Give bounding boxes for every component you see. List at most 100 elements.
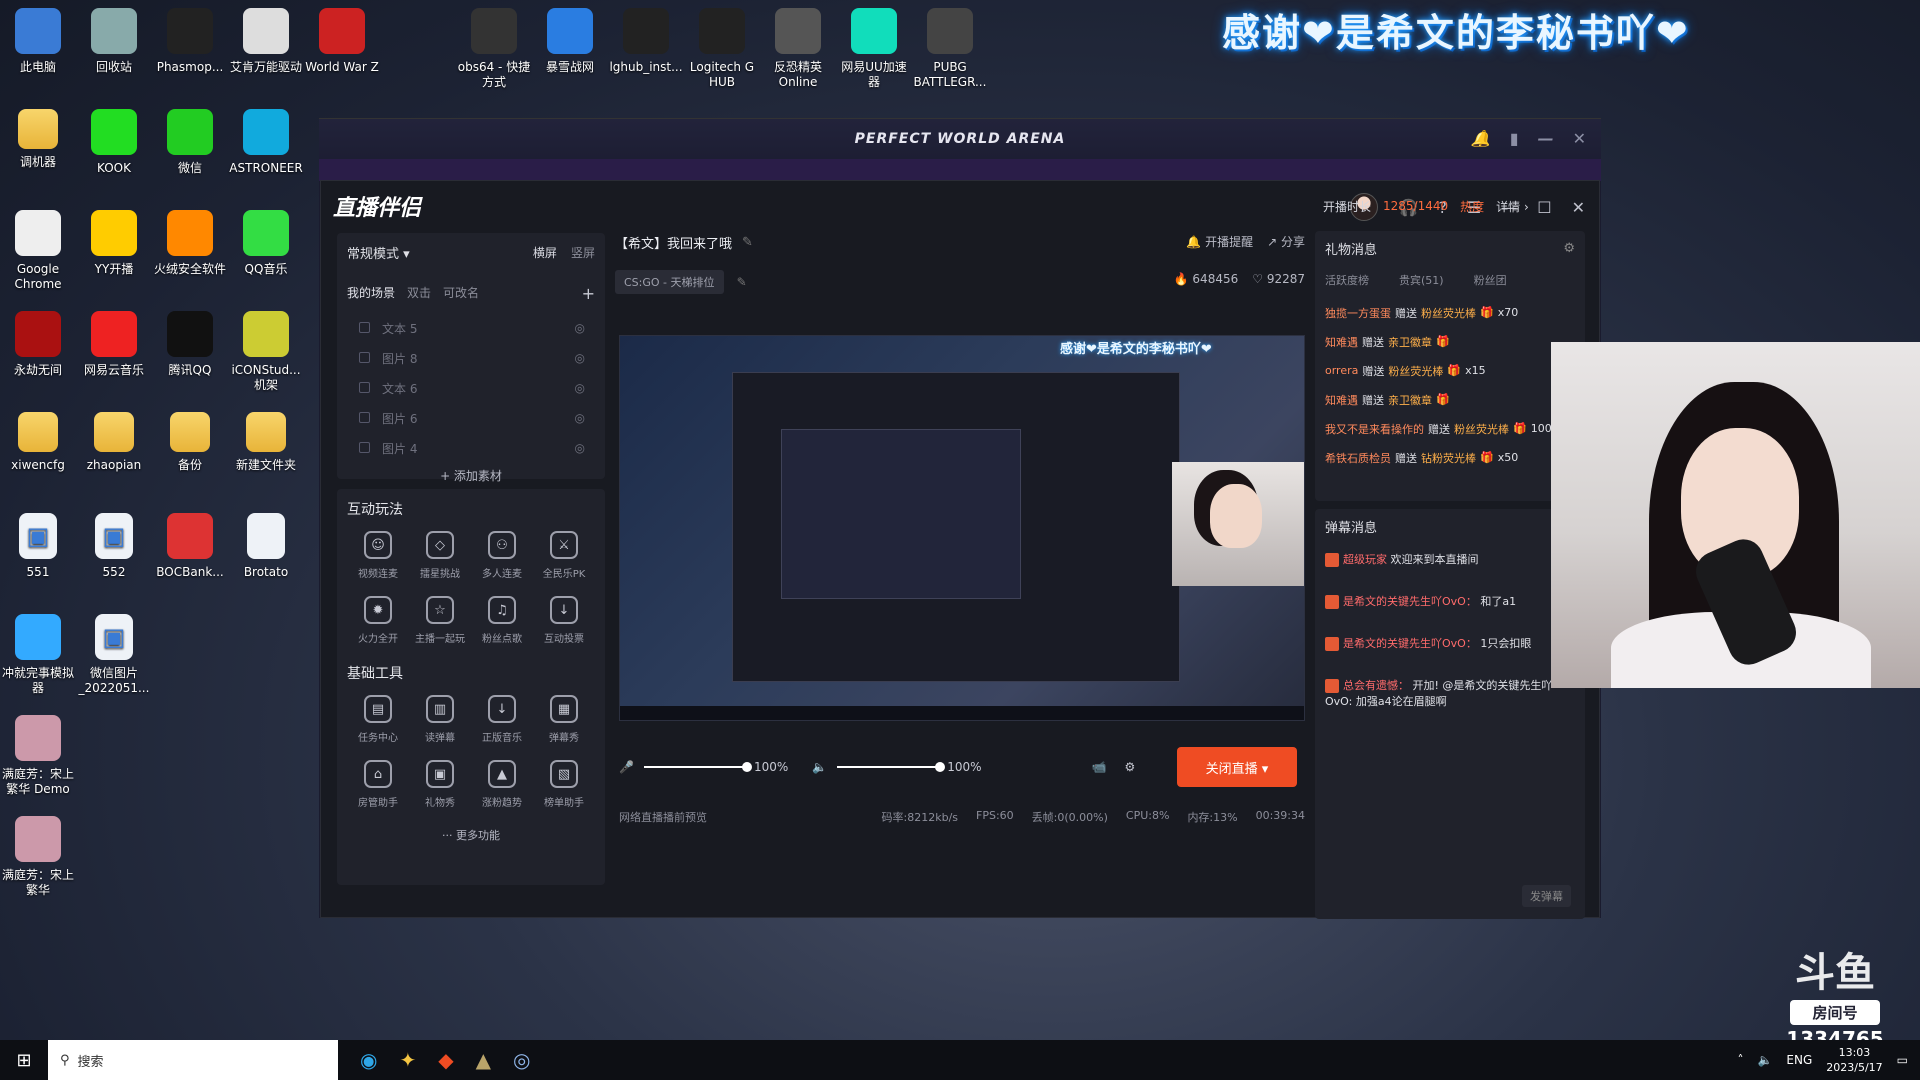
tool-button[interactable]: ♫ 粉丝点歌 — [471, 596, 533, 645]
gift-user[interactable]: orrera — [1325, 364, 1358, 377]
notification-icon[interactable]: ▭ — [1897, 1053, 1908, 1067]
desktop-icon-game[interactable]: 满庭芳：宋上繁华 Demo — [0, 711, 76, 805]
edit-icon[interactable]: ✎ — [737, 275, 747, 289]
desktop-icon-doc[interactable]: Brotato — [228, 509, 304, 603]
edit-icon[interactable]: ✎ — [742, 235, 753, 250]
desktop-icon-netease-music[interactable]: 网易云音乐 — [76, 307, 152, 401]
gift-user[interactable]: 知难遇 — [1325, 392, 1358, 408]
taskbar-search[interactable]: ⚲ 搜索 — [48, 1040, 338, 1080]
tab-my-scene[interactable]: 我的场景 — [347, 284, 395, 303]
settings-icon[interactable]: ⚙ — [1124, 760, 1135, 774]
source-item[interactable]: 文本 6 ◎ — [347, 373, 595, 403]
tab-activity[interactable]: 活跃度榜 — [1325, 272, 1369, 288]
gift-settings-icon[interactable]: ⚙ — [1563, 241, 1575, 256]
desktop-icon-recycle-bin[interactable]: 回收站 — [76, 4, 152, 98]
danmaku-user[interactable]: 是希文的关键先生吖OvO： — [1343, 595, 1477, 608]
danmaku-user[interactable]: 是希文的关键先生吖OvO： — [1343, 637, 1477, 650]
tool-button[interactable]: ↓ 互动投票 — [533, 596, 595, 645]
desktop-icon-folder[interactable]: 备份 — [152, 408, 228, 502]
danmaku-user[interactable]: 总会有遗憾： — [1343, 679, 1409, 692]
camera-icon[interactable]: 📹 — [1092, 760, 1107, 774]
desktop-icon-folder[interactable]: zhaopian — [76, 408, 152, 502]
live-companion-icon[interactable]: ◆ — [438, 1048, 453, 1072]
desktop-icon-image[interactable]: ▣ 微信图片_2022051... — [76, 610, 152, 704]
eye-icon[interactable]: ◎ — [575, 411, 585, 425]
desktop-icon-astroneer[interactable]: ASTRONEER — [228, 105, 304, 199]
minimize-icon[interactable]: — — [1538, 129, 1555, 148]
desktop-icon-naraka[interactable]: 永劫无间 — [0, 307, 76, 401]
game-launcher-icon[interactable]: ✦ — [399, 1048, 416, 1072]
desktop-icon-battlenet[interactable]: 暴雪战网 — [532, 4, 608, 98]
desktop-icon-pubg[interactable]: PUBG BATTLEGR... — [912, 4, 988, 98]
remind-button[interactable]: 🔔 开播提醒 — [1186, 233, 1253, 250]
tool-button[interactable]: ▣ 礼物秀 — [409, 760, 471, 809]
tool-button[interactable]: ⌂ 房管助手 — [347, 760, 409, 809]
desktop-icon-driver[interactable]: 艾肯万能驱动 — [228, 4, 304, 98]
game-tag[interactable]: CS:GO - 天梯排位 — [615, 270, 724, 294]
source-item[interactable]: 图片 6 ◎ — [347, 403, 595, 433]
pwa-titlebar[interactable]: PERFECT WORLD ARENA 🔔 ▮ — ✕ — [319, 119, 1601, 159]
tab-landscape[interactable]: 横屏 — [533, 246, 557, 260]
danmaku-user[interactable]: 超级玩家 — [1343, 553, 1387, 566]
stop-stream-button[interactable]: 关闭直播 ▾ — [1177, 747, 1297, 787]
clock[interactable]: 13:03 2023/5/17 — [1826, 1045, 1882, 1075]
tool-button[interactable]: ⚇ 多人连麦 — [471, 531, 533, 580]
desktop-icon-uu[interactable]: 网易UU加速器 — [836, 4, 912, 98]
eye-icon[interactable]: ◎ — [575, 441, 585, 455]
tool-button[interactable]: ☆ 主播一起玩 — [409, 596, 471, 645]
csgo-icon[interactable]: ▲ — [476, 1048, 491, 1072]
desktop-icon-computer[interactable]: 此电脑 — [0, 4, 76, 98]
share-button[interactable]: ↗ 分享 — [1267, 233, 1305, 250]
desktop-icon-folder[interactable]: 调机器 — [0, 105, 76, 199]
source-checkbox[interactable] — [359, 411, 370, 423]
bell-icon[interactable]: 🔔 — [1471, 129, 1492, 148]
volume-icon[interactable]: 🔈 — [1757, 1053, 1772, 1067]
gift-user[interactable]: 我又不是来看操作的 — [1325, 421, 1424, 437]
desktop-icon-image[interactable]: ▣ 551 — [0, 509, 76, 603]
mic-icon[interactable]: 🎤 — [619, 760, 634, 774]
signal-icon[interactable]: ▮ — [1510, 129, 1520, 148]
desktop-icon-lghub[interactable]: lghub_inst... — [608, 4, 684, 98]
eye-icon[interactable]: ◎ — [575, 321, 585, 335]
tool-button[interactable]: ◇ 擂星挑战 — [409, 531, 471, 580]
desktop-icon-image[interactable]: ▣ 552 — [76, 509, 152, 603]
source-item[interactable]: 文本 5 ◎ — [347, 313, 595, 343]
desktop-icon-phasmophobia[interactable]: Phasmop... — [152, 4, 228, 98]
add-scene-icon[interactable]: + — [582, 284, 595, 303]
tab-portrait[interactable]: 竖屏 — [571, 246, 595, 260]
speaker-volume-slider[interactable] — [837, 762, 946, 772]
source-item[interactable]: 图片 8 ◎ — [347, 343, 595, 373]
desktop-icon-huorong[interactable]: 火绒安全软件 — [152, 206, 228, 300]
net-preview[interactable]: 网络直播播前预览 — [619, 809, 707, 825]
edge-icon[interactable]: ◉ — [360, 1048, 377, 1072]
desktop-icon-csol[interactable]: 反恐精英 Online — [760, 4, 836, 98]
desktop-icon-bocbank[interactable]: BOCBank... — [152, 509, 228, 603]
desktop-icon-qqmusic[interactable]: QQ音乐 — [228, 206, 304, 300]
tray-chevron-icon[interactable]: ˄ — [1737, 1053, 1743, 1067]
stream-preview[interactable]: 感谢❤是希文的李秘书吖❤ — [619, 335, 1305, 721]
mode-dropdown[interactable]: 常规模式 ▾ — [347, 243, 410, 262]
mic-volume-slider[interactable] — [643, 762, 752, 772]
lang-indicator[interactable]: ENG — [1786, 1053, 1812, 1067]
add-source-button[interactable]: + 添加素材 — [347, 467, 595, 484]
source-checkbox[interactable] — [359, 441, 370, 453]
source-checkbox[interactable] — [359, 321, 370, 333]
tab-fanclub[interactable]: 粉丝团 — [1474, 272, 1507, 288]
tool-button[interactable]: ✹ 火力全开 — [347, 596, 409, 645]
close-icon[interactable]: ✕ — [1573, 129, 1587, 148]
gift-user[interactable]: 知难遇 — [1325, 334, 1358, 350]
tool-button[interactable]: ▲ 涨粉趋势 — [471, 760, 533, 809]
desktop-icon-folder[interactable]: 新建文件夹 — [228, 408, 304, 502]
eye-icon[interactable]: ◎ — [575, 381, 585, 395]
speaker-icon[interactable]: 🔈 — [812, 760, 827, 774]
tool-button[interactable]: ↓ 正版音乐 — [471, 695, 533, 744]
tool-button[interactable]: ▤ 任务中心 — [347, 695, 409, 744]
desktop-icon-game[interactable]: 满庭芳：宋上繁华 — [0, 812, 76, 906]
desktop-icon-wwz[interactable]: World War Z — [304, 4, 380, 98]
tool-button[interactable]: ⚔ 全民乐PK — [533, 531, 595, 580]
tab-vip[interactable]: 贵宾(51) — [1399, 272, 1444, 288]
detail-link[interactable]: 详情 › — [1496, 198, 1529, 215]
desktop-icon-logitech[interactable]: Logitech G HUB — [684, 4, 760, 98]
more-functions-button[interactable]: ··· 更多功能 — [347, 827, 595, 843]
desktop-icon-folder[interactable]: xiwencfg — [0, 408, 76, 502]
